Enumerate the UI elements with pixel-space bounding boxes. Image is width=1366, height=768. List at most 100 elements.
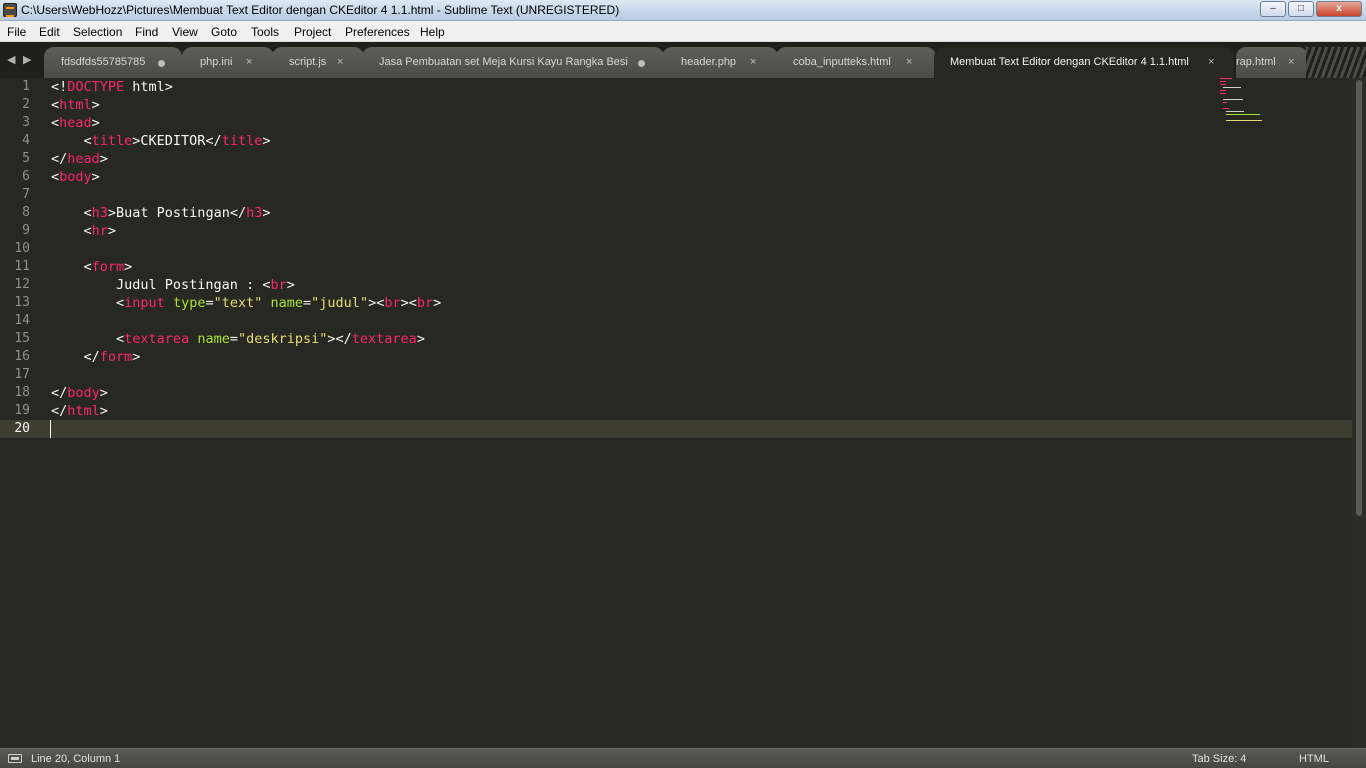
- unsaved-dot-icon[interactable]: [638, 60, 645, 67]
- menu-view[interactable]: View: [172, 25, 198, 39]
- text-cursor: [50, 420, 51, 438]
- code-token: >Buat Postingan</: [107, 205, 247, 221]
- code-token: </: [51, 385, 68, 401]
- code-token: "deskripsi": [237, 331, 328, 347]
- code-token: h3: [91, 205, 108, 221]
- tab-label: Membuat Text Editor dengan CKEditor 4 1.…: [950, 56, 1189, 68]
- close-button[interactable]: x: [1316, 1, 1362, 17]
- tab-jasa-pembuatan[interactable]: Jasa Pembuatan set Meja Kursi Kayu Rangk…: [362, 47, 664, 78]
- code-line[interactable]: <textarea name="deskripsi"></textarea>: [51, 330, 425, 348]
- menu-project[interactable]: Project: [294, 25, 331, 39]
- code-token: <: [51, 169, 60, 185]
- tab-php-ini[interactable]: php.ini ×: [182, 47, 274, 78]
- menu-preferences[interactable]: Preferences: [345, 25, 410, 39]
- code-token: title: [91, 133, 133, 149]
- menu-selection[interactable]: Selection: [73, 25, 122, 39]
- status-bar: Line 20, Column 1 Tab Size: 4 HTML: [0, 748, 1366, 768]
- code-token: >: [124, 259, 133, 275]
- code-token: "judul": [311, 295, 369, 311]
- line-number: 6: [22, 169, 30, 184]
- code-token: >: [132, 349, 141, 365]
- code-line[interactable]: </html>: [51, 402, 108, 420]
- line-number: 19: [14, 403, 30, 418]
- close-tab-icon[interactable]: ×: [750, 56, 756, 68]
- current-line-highlight: [0, 420, 1352, 438]
- tab-coba-inputteks[interactable]: coba_inputteks.html ×: [776, 47, 936, 78]
- scrollbar-thumb[interactable]: [1356, 80, 1362, 516]
- close-tab-icon[interactable]: ×: [906, 56, 912, 68]
- menu-edit[interactable]: Edit: [39, 25, 60, 39]
- code-line[interactable]: Judul Postingan : <br>: [51, 276, 295, 294]
- code-token: type: [172, 295, 206, 311]
- code-line[interactable]: </form>: [51, 348, 141, 366]
- close-tab-icon[interactable]: ×: [1288, 56, 1294, 68]
- close-tab-icon[interactable]: ×: [337, 56, 343, 68]
- tab-fdsdfds55785785[interactable]: fdsdfds55785785: [44, 47, 182, 78]
- code-line[interactable]: <body>: [51, 168, 100, 186]
- panel-toggle-icon[interactable]: [8, 754, 22, 763]
- syntax-selector[interactable]: HTML: [1299, 753, 1329, 765]
- menu-file[interactable]: File: [7, 25, 26, 39]
- code-line[interactable]: <h3>Buat Postingan</h3>: [51, 204, 271, 222]
- tab-rap-html[interactable]: rap.html ×: [1236, 47, 1308, 78]
- close-tab-icon[interactable]: ×: [246, 56, 252, 68]
- code-line[interactable]: <head>: [51, 114, 100, 132]
- tab-bar: ◀ ▶ fdsdfds55785785 php.ini × script.js …: [0, 42, 1366, 78]
- line-number: 1: [22, 79, 30, 94]
- code-token: >: [91, 169, 100, 185]
- tab-membuat-text-editor[interactable]: Membuat Text Editor dengan CKEditor 4 1.…: [934, 47, 1234, 78]
- code-line[interactable]: <!DOCTYPE html>: [51, 78, 173, 96]
- code-token: <: [51, 295, 125, 311]
- line-number: 20: [14, 421, 30, 436]
- code-token: >: [91, 115, 100, 131]
- line-number: 3: [22, 115, 30, 130]
- tab-overflow-edge: [1306, 47, 1366, 78]
- code-token: head: [59, 115, 92, 131]
- tab-prev-arrow-icon[interactable]: ◀: [7, 53, 15, 66]
- code-token: ><: [400, 295, 417, 311]
- menu-tools[interactable]: Tools: [251, 25, 279, 39]
- code-token: >: [91, 97, 100, 113]
- code-token: <: [51, 331, 125, 347]
- code-token: head: [67, 151, 100, 167]
- code-token: html: [59, 97, 92, 113]
- minimize-button[interactable]: –: [1260, 1, 1286, 17]
- tab-label: script.js: [289, 56, 327, 68]
- code-token: >: [286, 277, 295, 293]
- line-number: 5: [22, 151, 30, 166]
- code-token: =: [229, 331, 238, 347]
- code-line[interactable]: <form>: [51, 258, 133, 276]
- close-tab-icon[interactable]: ×: [1208, 56, 1214, 68]
- menu-help[interactable]: Help: [420, 25, 445, 39]
- tab-script-js[interactable]: script.js ×: [272, 47, 364, 78]
- code-token: textarea: [124, 331, 190, 347]
- tab-size-selector[interactable]: Tab Size: 4: [1192, 753, 1246, 765]
- code-token: ><: [368, 295, 385, 311]
- code-line[interactable]: <html>: [51, 96, 100, 114]
- line-number: 15: [14, 331, 30, 346]
- code-token: name: [197, 331, 230, 347]
- code-token: </: [51, 403, 68, 419]
- tab-next-arrow-icon[interactable]: ▶: [23, 53, 31, 66]
- tab-header-php[interactable]: header.php ×: [662, 47, 778, 78]
- menu-find[interactable]: Find: [135, 25, 158, 39]
- code-line[interactable]: </body>: [51, 384, 108, 402]
- code-token: >: [433, 295, 442, 311]
- code-line[interactable]: <input type="text" name="judul"><br><br>: [51, 294, 441, 312]
- code-token: <: [51, 223, 92, 239]
- maximize-button[interactable]: □: [1288, 1, 1314, 17]
- code-line[interactable]: <title>CKEDITOR</title>: [51, 132, 271, 150]
- minimap[interactable]: [1218, 78, 1268, 121]
- code-line[interactable]: <hr>: [51, 222, 117, 240]
- editor-area[interactable]: 1 2 3 4 5 6 7 8 9 10 11 12 13 14 15 16 17 18 19 20 <!DOCTYP…: [0, 78, 1366, 748]
- code-token: hr: [91, 223, 108, 239]
- line-number: 13: [14, 295, 30, 310]
- unsaved-dot-icon[interactable]: [158, 60, 165, 67]
- sublime-app-icon[interactable]: [3, 3, 17, 17]
- menu-goto[interactable]: Goto: [211, 25, 237, 39]
- code-line[interactable]: </head>: [51, 150, 108, 168]
- code-token: br: [270, 277, 287, 293]
- vertical-scrollbar[interactable]: [1352, 78, 1366, 748]
- line-number: 11: [14, 259, 30, 274]
- line-number-gutter[interactable]: 1 2 3 4 5 6 7 8 9 10 11 12 13 14 15 16 17 18 19 20: [0, 78, 44, 748]
